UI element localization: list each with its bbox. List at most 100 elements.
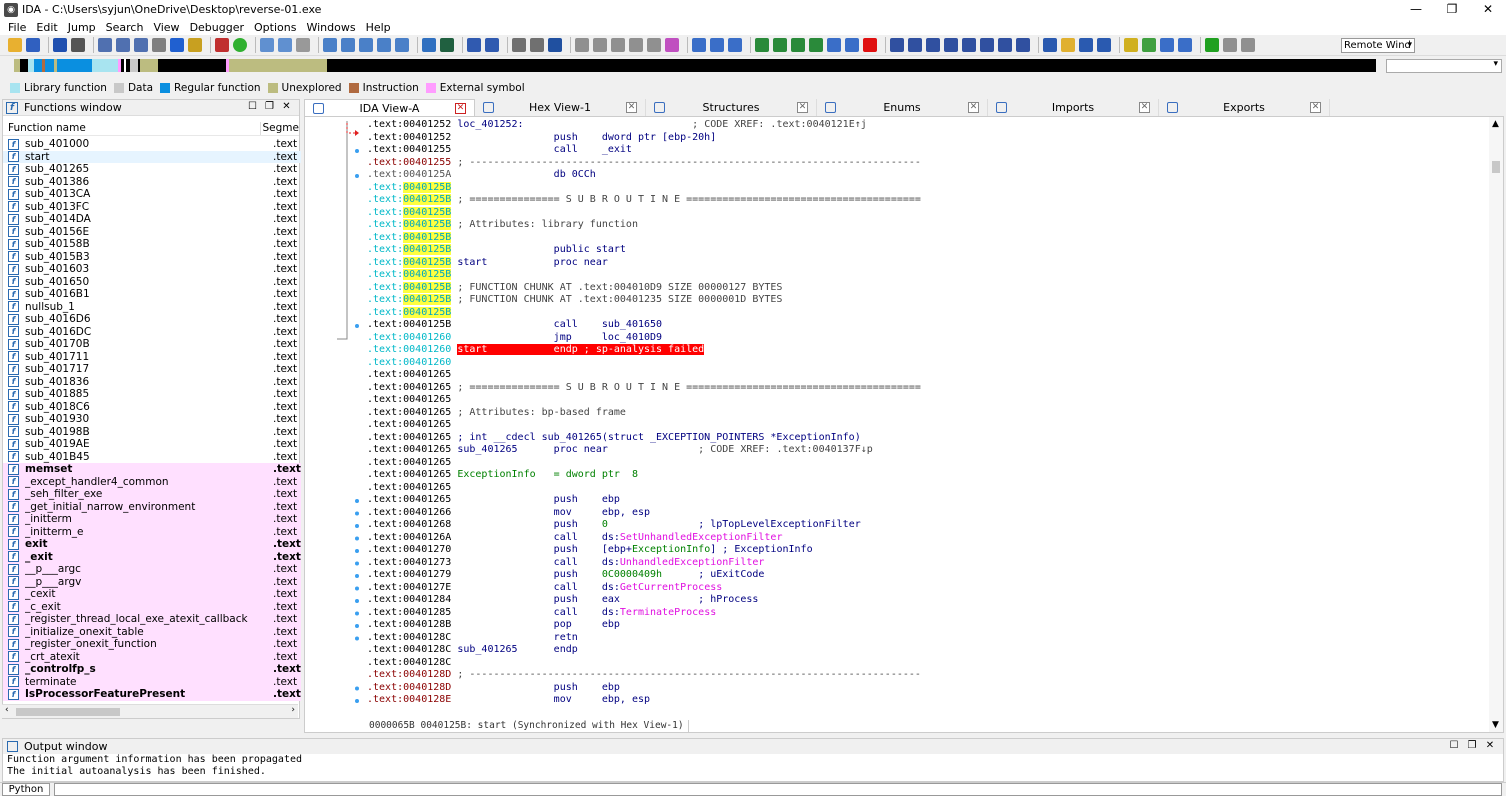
function-row[interactable]: f start .text: [3, 150, 301, 163]
disasm-line[interactable]: .text:00401265 sub_401265 proc near ; CO…: [367, 444, 1485, 457]
address[interactable]: 0040125B: [403, 269, 452, 280]
data-icon[interactable]: [278, 38, 292, 52]
address[interactable]: 0040125B: [403, 319, 451, 330]
navigation-band[interactable]: [14, 59, 1376, 72]
disasm-line[interactable]: .text:00401265: [367, 419, 1485, 432]
disasm-line[interactable]: .text:0040128C retn: [367, 632, 1485, 645]
function-row[interactable]: f _cexit .text: [3, 588, 301, 601]
view7-icon[interactable]: [998, 38, 1012, 52]
function-row[interactable]: f _exit .text: [3, 550, 301, 563]
struct-icon[interactable]: [359, 38, 373, 52]
function-row[interactable]: f sub_401000 .text: [3, 138, 301, 151]
print-icon[interactable]: [629, 38, 643, 52]
disasm-line[interactable]: .text:00401255 ; -----------------------…: [367, 157, 1485, 170]
menu-search[interactable]: Search: [106, 21, 144, 34]
enum-icon[interactable]: [377, 38, 391, 52]
disasm-line[interactable]: .text:0040125A db 0CCh: [367, 169, 1485, 182]
function-row[interactable]: f sub_4018C6 .text: [3, 401, 301, 414]
address[interactable]: 00401265: [403, 457, 451, 468]
fit-icon[interactable]: [593, 38, 607, 52]
edit-icon[interactable]: [422, 38, 436, 52]
disasm-line[interactable]: .text:0040128D ; -----------------------…: [367, 669, 1485, 682]
function-row[interactable]: f sub_401930 .text: [3, 413, 301, 426]
breakpoint-dot[interactable]: [355, 574, 359, 578]
tab-imports[interactable]: Imports ✕: [988, 99, 1159, 116]
function-row[interactable]: f sub_401836 .text: [3, 376, 301, 389]
address[interactable]: 00401284: [403, 594, 451, 605]
functions-horizontal-scrollbar[interactable]: ‹ ›: [2, 704, 298, 718]
address[interactable]: 0040125B: [403, 231, 452, 243]
function-row[interactable]: f __p___argv .text: [3, 575, 301, 588]
list-icon[interactable]: [512, 38, 526, 52]
disasm-line[interactable]: .text:00401252 push dword ptr [ebp-20h]: [367, 132, 1485, 145]
function-row[interactable]: f sub_40156E .text: [3, 226, 301, 239]
menu-file[interactable]: File: [8, 21, 26, 34]
disasm-line[interactable]: .text:0040128D push ebp: [367, 682, 1485, 695]
disasm-line[interactable]: .text:00401260 jmp loc_4010D9: [367, 332, 1485, 345]
function-row[interactable]: f _except_handler4_common .text: [3, 475, 301, 488]
name-icon[interactable]: [395, 38, 409, 52]
function-row[interactable]: f sub_4019AE .text: [3, 438, 301, 451]
address[interactable]: 00401265: [403, 444, 451, 455]
function-row[interactable]: f sub_401B45 .text: [3, 451, 301, 464]
disassembly-listing[interactable]: .text:00401252 loc_401252: ; CODE XREF: …: [367, 119, 1485, 707]
column-function-name[interactable]: Function name: [3, 122, 260, 135]
text-icon[interactable]: [467, 38, 481, 52]
address[interactable]: 0040125B: [403, 256, 452, 268]
function-row[interactable]: f sub_401386 .text: [3, 176, 301, 189]
function-row[interactable]: f sub_40170B .text: [3, 338, 301, 351]
function-row[interactable]: f sub_4016B1 .text: [3, 288, 301, 301]
breakpoint-dot[interactable]: [355, 686, 359, 691]
address[interactable]: 0040128B: [403, 619, 451, 630]
analyze-icon[interactable]: [215, 38, 229, 52]
disasm-line[interactable]: .text:00401255 call _exit: [367, 144, 1485, 157]
open-folder-icon[interactable]: [8, 38, 22, 52]
function-row[interactable]: f sub_4013CA .text: [3, 188, 301, 201]
menu-jump[interactable]: Jump: [68, 21, 96, 34]
add2-icon[interactable]: [773, 38, 787, 52]
note4-icon[interactable]: [1178, 38, 1192, 52]
function-row[interactable]: f _initialize_onexit_table .text: [3, 625, 301, 638]
disasm-line[interactable]: .text:00401265 ; int __cdecl sub_401265(…: [367, 432, 1485, 445]
search-next-icon[interactable]: [134, 38, 148, 52]
address[interactable]: 00401265: [403, 482, 451, 493]
close-tab-icon[interactable]: ✕: [626, 102, 637, 113]
close-tab-icon[interactable]: ✕: [1310, 102, 1321, 113]
patch-icon[interactable]: [440, 38, 454, 52]
back-arrow-icon[interactable]: [53, 38, 67, 52]
address[interactable]: 0040125A: [403, 169, 451, 180]
function-row[interactable]: f _register_thread_local_exe_atexit_callb…: [3, 613, 301, 626]
address[interactable]: 00401255: [403, 157, 451, 168]
menu-edit[interactable]: Edit: [36, 21, 57, 34]
breakpoint-dot[interactable]: [355, 624, 359, 628]
function-icon[interactable]: [323, 38, 337, 52]
scrollbar-thumb[interactable]: [16, 708, 120, 716]
breakpoint-dot[interactable]: [355, 536, 359, 541]
disasm-line[interactable]: .text:0040125B: [367, 181, 1485, 195]
panel-icon[interactable]: [1043, 38, 1057, 52]
address[interactable]: 0040128C: [403, 632, 451, 643]
function-row[interactable]: f sub_401885 .text: [3, 388, 301, 401]
menu-help[interactable]: Help: [366, 21, 391, 34]
disasm-line[interactable]: .text:00401266 mov ebp, esp: [367, 507, 1485, 520]
hex-icon[interactable]: [485, 38, 499, 52]
address[interactable]: 0040125B: [403, 181, 452, 193]
address[interactable]: 00401260: [403, 344, 451, 355]
disasm-line[interactable]: .text:0040125B: [367, 269, 1485, 282]
play-icon[interactable]: [1205, 38, 1219, 52]
down-arrow-icon[interactable]: [170, 38, 184, 52]
disasm-line[interactable]: .text:0040125B ; Attributes: library fun…: [367, 219, 1485, 232]
tree-icon[interactable]: [530, 38, 544, 52]
disasm-line[interactable]: .text:00401268 push 0 ; lpTopLevelExcept…: [367, 519, 1485, 532]
disasm-line[interactable]: .text:00401265: [367, 457, 1485, 470]
breakpoint-dot[interactable]: [355, 636, 359, 641]
disasm-line[interactable]: .text:00401265 ; Attributes: bp-based fr…: [367, 407, 1485, 420]
disasm-line[interactable]: .text:0040128C: [367, 657, 1485, 670]
disasm-line[interactable]: .text:0040125B call sub_401650: [367, 319, 1485, 332]
disasm-line[interactable]: .text:00401260 start endp ; sp-analysis …: [367, 344, 1485, 357]
function-row[interactable]: f sub_4016D6 .text: [3, 313, 301, 326]
disasm-line[interactable]: .text:0040125B start proc near: [367, 256, 1485, 270]
close-panel-icon[interactable]: ✕: [1481, 740, 1499, 751]
graph-icon[interactable]: [548, 38, 562, 52]
close-tab-icon[interactable]: ✕: [1139, 102, 1150, 113]
